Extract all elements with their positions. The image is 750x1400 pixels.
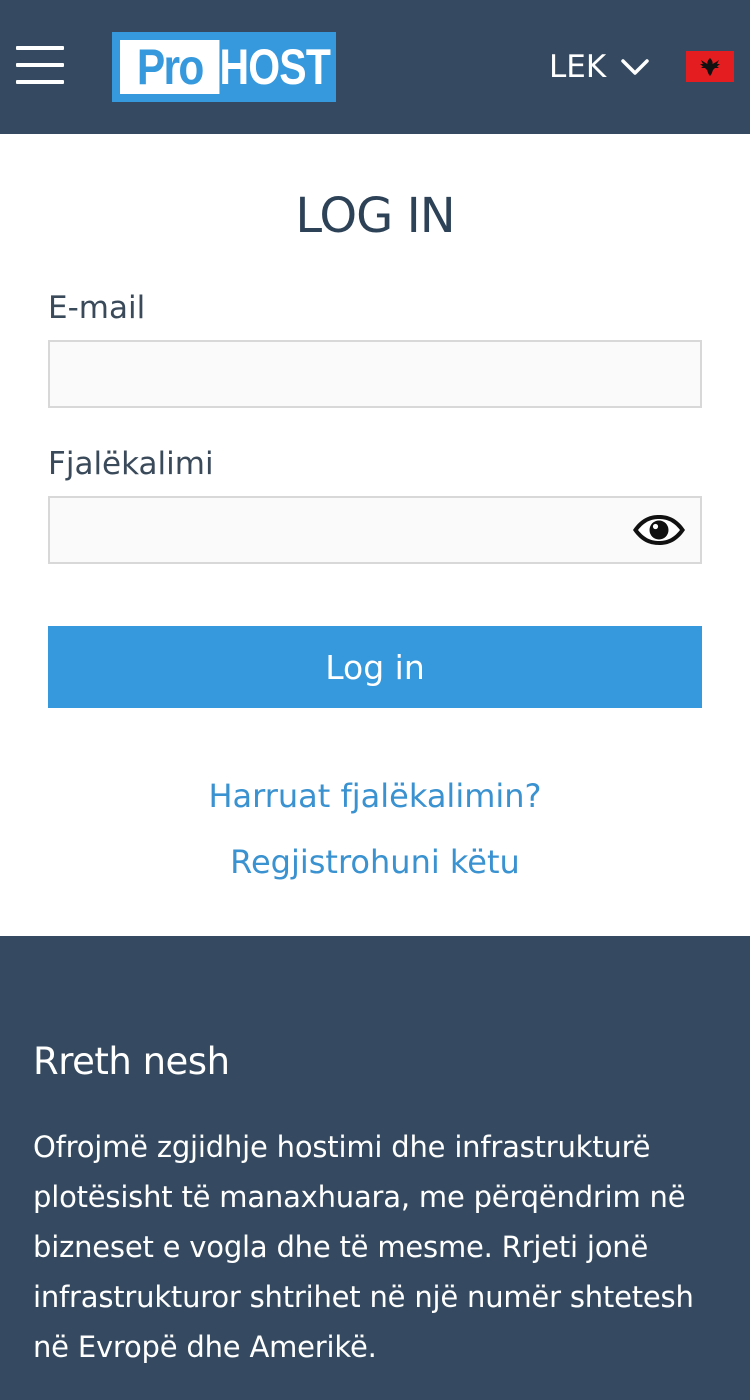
prohost-logo[interactable]: Pro HOST [112,32,336,102]
login-section: LOG IN E-mail Fjalëkalimi Log in Harruat… [0,134,750,936]
logo-text-pro: Pro [120,40,220,94]
password-field[interactable] [48,496,702,564]
logo-text-host: HOST [219,39,331,95]
hamburger-menu-icon[interactable] [16,46,64,86]
site-header: Pro HOST LEK [0,0,750,134]
currency-label: LEK [549,49,607,85]
login-button[interactable]: Log in [48,626,702,708]
page-title: LOG IN [295,188,455,244]
register-link[interactable]: Regjistrohuni këtu [0,842,750,882]
about-text: Ofrojmë zgjidhje hostimi dhe infrastrukt… [33,1130,694,1364]
email-field[interactable] [48,340,702,408]
forgot-password-link[interactable]: Harruat fjalëkalimin? [0,776,750,816]
password-label: Fjalëkalimi [48,446,214,482]
about-title: Rreth nesh [33,1040,230,1083]
currency-selector[interactable]: LEK [549,47,650,87]
email-label: E-mail [48,290,146,326]
about-section: Rreth nesh Ofrojmë zgjidhje hostimi dhe … [0,936,750,1400]
chevron-down-icon [621,59,649,75]
albania-flag-icon[interactable] [686,51,734,82]
eye-icon[interactable] [631,513,687,547]
